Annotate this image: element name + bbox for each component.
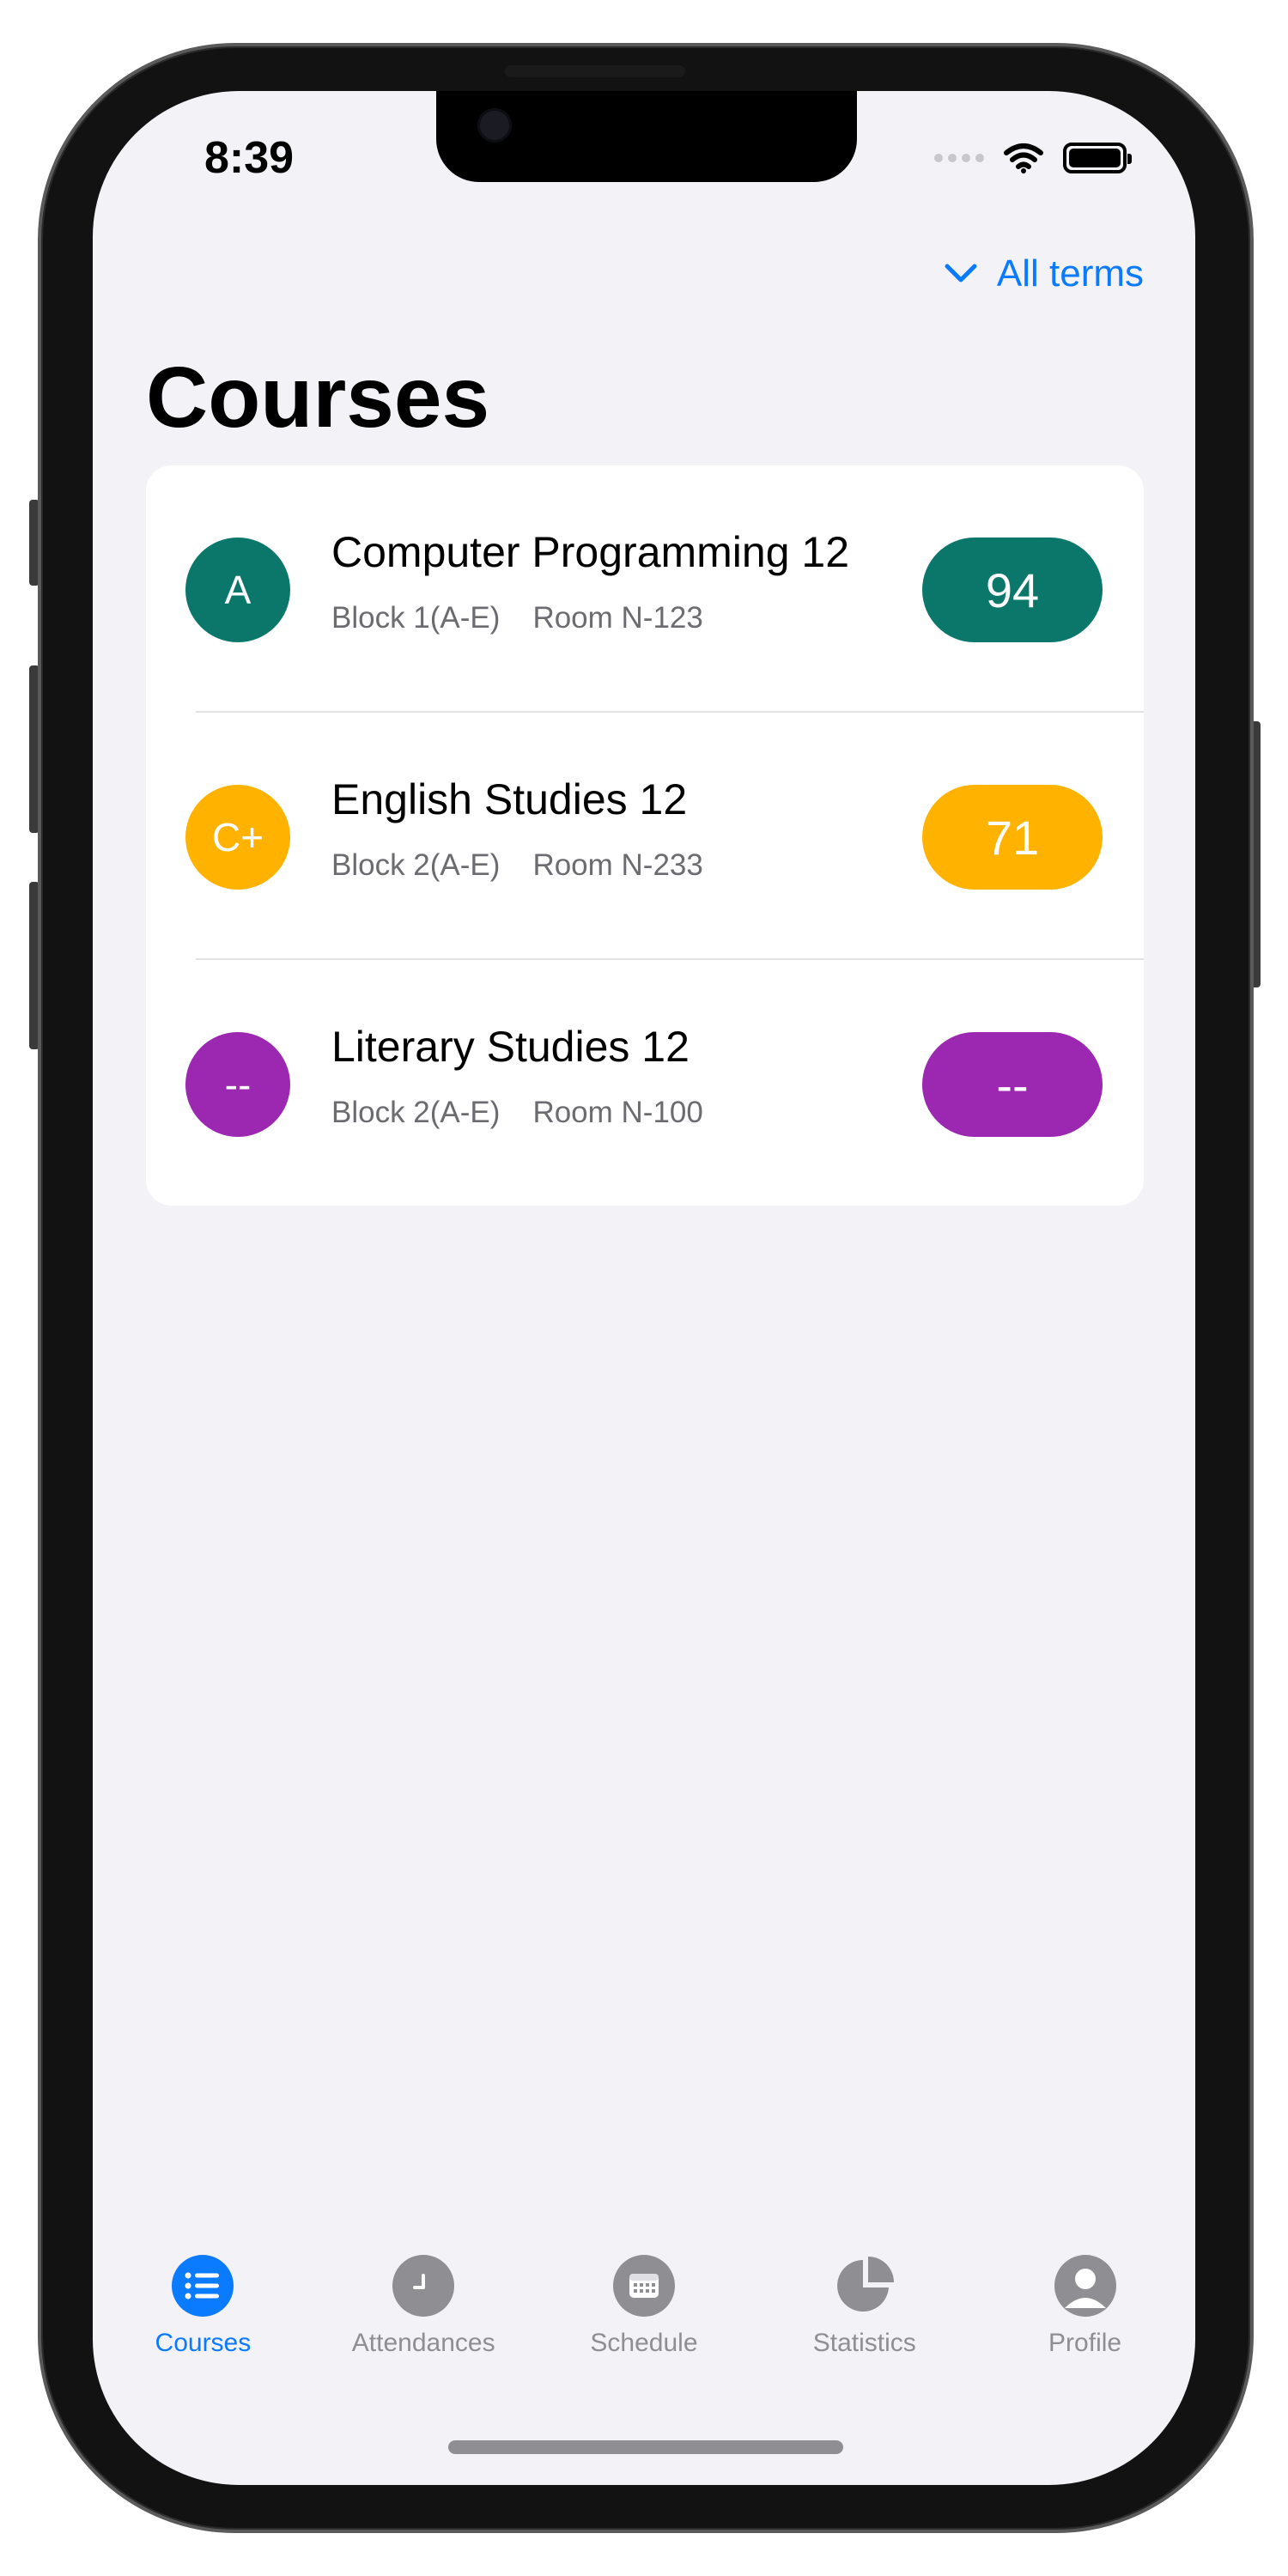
tab-profile[interactable]: Profile: [982, 2255, 1188, 2427]
earpiece-speaker: [505, 65, 685, 77]
course-meta: Block 1(A-E) Room N-123: [331, 601, 703, 635]
tab-bar: Courses Attendances Schedule Statistics …: [93, 2255, 1195, 2427]
front-camera: [477, 108, 512, 143]
tab-label: Attendances: [351, 2329, 495, 2357]
page-title: Courses: [146, 349, 490, 446]
tab-schedule[interactable]: Schedule: [541, 2255, 747, 2427]
status-time: 8:39: [204, 133, 295, 183]
status-icons: [934, 143, 1132, 173]
tab-label: Schedule: [590, 2329, 698, 2357]
tab-attendances[interactable]: Attendances: [320, 2255, 526, 2427]
terms-filter-label: All terms: [996, 252, 1144, 295]
grade-letter-avatar: A: [185, 538, 290, 642]
pie-chart-icon: [834, 2255, 896, 2317]
grade-letter-avatar: --: [185, 1032, 290, 1137]
score-badge: 94: [922, 538, 1103, 642]
clock-icon: [392, 2255, 455, 2317]
courses-list: A Computer Programming 12 Block 1(A-E) R…: [146, 465, 1144, 1206]
score-badge: 71: [922, 785, 1103, 890]
course-row[interactable]: -- Literary Studies 12 Block 2(A-E) Room…: [146, 960, 1144, 1206]
tab-label: Profile: [1048, 2329, 1122, 2357]
course-name: Literary Studies 12: [331, 1023, 690, 1071]
course-block: Block 2(A-E): [331, 1096, 501, 1129]
course-meta: Block 2(A-E) Room N-100: [331, 1096, 703, 1130]
course-block: Block 1(A-E): [331, 601, 501, 635]
home-indicator: [448, 2440, 843, 2454]
course-name: Computer Programming 12: [331, 528, 850, 576]
course-room: Room N-123: [532, 601, 703, 635]
course-room: Room N-100: [532, 1096, 703, 1129]
cellular-signal-icon: [934, 154, 984, 162]
course-room: Room N-233: [532, 848, 703, 882]
tab-courses[interactable]: Courses: [100, 2255, 306, 2427]
tab-label: Statistics: [812, 2329, 916, 2357]
app-screen: 8:39 All terms Courses A Computer Progra…: [93, 91, 1195, 2485]
grade-letter-avatar: C+: [185, 785, 290, 890]
calendar-icon: [612, 2255, 675, 2317]
course-meta: Block 2(A-E) Room N-233: [331, 848, 703, 883]
list-icon: [172, 2255, 234, 2317]
battery-icon: [1063, 143, 1132, 173]
course-block: Block 2(A-E): [331, 848, 501, 882]
score-badge: --: [922, 1032, 1103, 1137]
course-row[interactable]: C+ English Studies 12 Block 2(A-E) Room …: [146, 713, 1144, 960]
course-name: English Studies 12: [331, 775, 688, 823]
wifi-icon: [1004, 143, 1043, 173]
terms-filter-button[interactable]: All terms: [944, 252, 1144, 295]
tab-label: Courses: [155, 2329, 252, 2357]
person-icon: [1054, 2255, 1116, 2317]
course-row[interactable]: A Computer Programming 12 Block 1(A-E) R…: [146, 465, 1144, 713]
tab-statistics[interactable]: Statistics: [762, 2255, 968, 2427]
chevron-down-icon: [945, 264, 977, 283]
notch: [436, 91, 857, 182]
